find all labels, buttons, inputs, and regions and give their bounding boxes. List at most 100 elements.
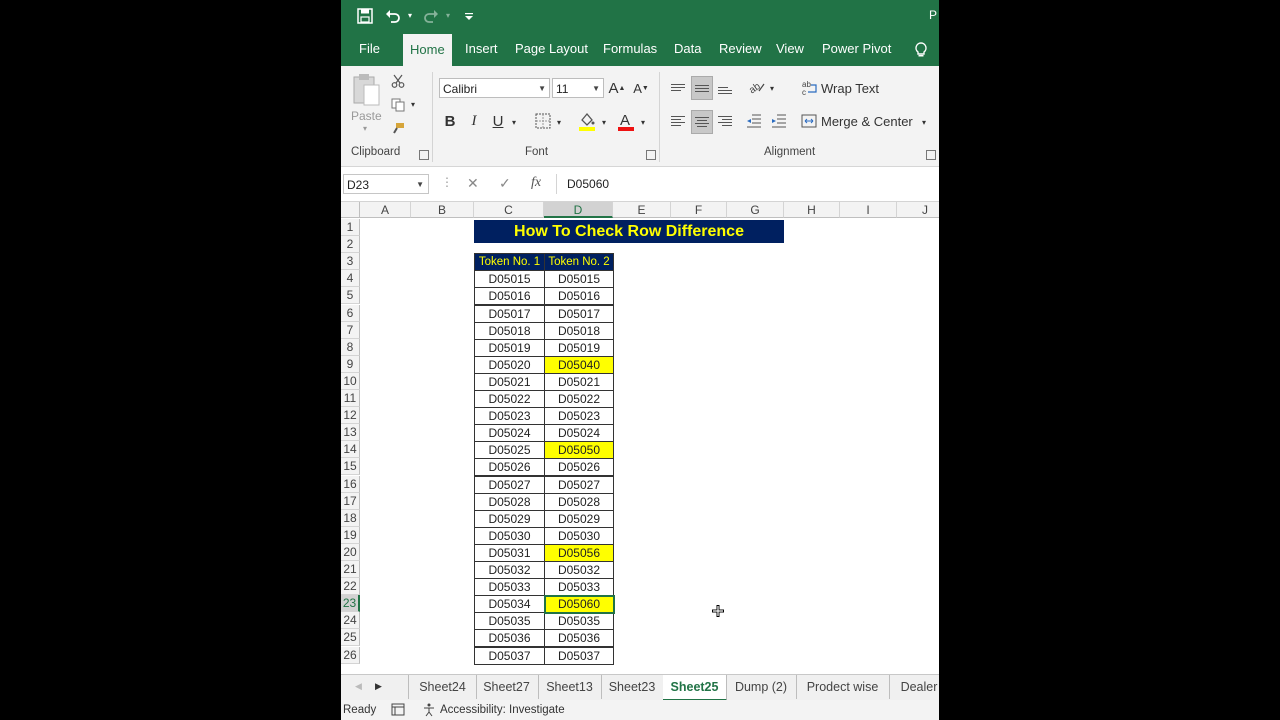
row-header-16[interactable]: 16 [341,475,360,493]
paste-icon[interactable] [349,72,383,108]
table-cell[interactable]: D05028 [544,492,614,511]
table-cell[interactable]: D05020 [474,355,545,374]
orientation-icon[interactable]: ab [747,76,767,98]
table-cell[interactable]: D05019 [544,338,614,357]
table-cell[interactable]: D05050 [544,441,614,460]
row-header-22[interactable]: 22 [341,578,360,596]
bottom-align-icon[interactable] [715,76,735,98]
table-cell[interactable]: D05021 [544,372,614,391]
table-cell[interactable]: D05024 [544,424,614,443]
row-header-20[interactable]: 20 [341,543,360,561]
row-header-4[interactable]: 4 [341,270,360,288]
paste-dropdown-icon[interactable]: ▾ [363,124,367,133]
column-header-j[interactable]: J [897,202,939,218]
sheet-tab-sheet23[interactable]: Sheet23 [601,675,664,699]
wrap-text-button[interactable]: Wrap Text [821,81,879,96]
font-family-select[interactable]: Calibri ▼ [439,78,550,98]
row-header-15[interactable]: 15 [341,458,360,476]
column-header-h[interactable]: H [784,202,840,218]
increase-font-size-icon[interactable]: A ▲ [607,78,627,98]
font-color-dropdown-icon[interactable]: ▾ [638,116,648,128]
underline-button[interactable]: U [489,111,507,131]
table-cell[interactable]: D05035 [474,612,545,631]
table-cell[interactable]: D05033 [474,578,545,597]
table-cell[interactable]: D05018 [544,321,614,340]
row-header-12[interactable]: 12 [341,407,360,425]
tab-view[interactable]: View [769,32,811,66]
top-align-icon[interactable] [668,76,688,98]
sheet-tab-prodect-wise[interactable]: Prodect wise [796,675,890,699]
fill-color-dropdown-icon[interactable]: ▾ [599,116,609,128]
merge-center-icon[interactable] [800,111,818,131]
column-header-b[interactable]: B [411,202,474,218]
align-left-icon[interactable] [668,110,688,132]
tab-page-layout[interactable]: Page Layout [508,32,595,66]
cut-icon[interactable] [389,72,407,90]
cancel-icon[interactable]: ✕ [467,175,479,192]
accessibility-icon[interactable] [423,703,437,720]
table-cell[interactable]: D05056 [544,543,614,562]
sheet-banner-title[interactable]: How To Check Row Difference [474,220,784,243]
table-cell[interactable]: D05024 [474,424,545,443]
table-cell[interactable]: D05026 [474,458,545,477]
column-header-a[interactable]: A [360,202,411,218]
table-cell[interactable]: D05037 [544,646,614,665]
insert-function-icon[interactable]: fx [531,175,541,191]
row-header-11[interactable]: 11 [341,390,360,408]
table-cell[interactable]: D05018 [474,321,545,340]
sheet-tab-sheet13[interactable]: Sheet13 [538,675,602,699]
middle-align-icon[interactable] [691,76,713,100]
font-dialog-launcher-icon[interactable] [646,150,656,160]
undo-icon[interactable] [383,6,403,26]
table-cell[interactable]: D05032 [474,561,545,580]
table-cell[interactable]: D05029 [544,509,614,528]
table-header-cell[interactable]: Token No. 1 [474,253,545,272]
table-cell[interactable]: D05015 [544,270,614,289]
column-header-d[interactable]: D [544,202,613,218]
increase-indent-icon[interactable] [769,110,789,132]
row-header-23[interactable]: 23 [341,595,360,613]
table-cell[interactable]: D05032 [544,561,614,580]
sheet-tab-dump-2[interactable]: Dump (2) [726,675,797,699]
font-size-select[interactable]: 11 ▼ [552,78,604,98]
table-cell[interactable]: D05034 [474,595,545,614]
font-color-icon[interactable]: A [616,110,636,132]
tab-formulas[interactable]: Formulas [596,32,664,66]
decrease-indent-icon[interactable] [744,110,764,132]
sheet-tab-sheet25[interactable]: Sheet25 [663,675,727,701]
table-cell[interactable]: D05033 [544,578,614,597]
align-center-icon[interactable] [691,110,713,134]
sheet-tab-dealer[interactable]: Dealer [889,675,939,699]
table-cell[interactable]: D05027 [544,475,614,494]
table-cell[interactable]: D05023 [474,407,545,426]
tab-file[interactable]: File [352,32,387,66]
merge-dropdown-icon[interactable]: ▾ [919,116,929,128]
row-header-19[interactable]: 19 [341,526,360,544]
undo-dropdown-icon[interactable]: ▾ [405,6,415,26]
row-header-10[interactable]: 10 [341,372,360,390]
table-cell[interactable]: D05016 [474,287,545,306]
row-header-26[interactable]: 26 [341,646,360,664]
wrap-text-icon[interactable]: ab c [802,78,818,98]
table-cell[interactable]: D05019 [474,338,545,357]
fill-color-icon[interactable] [577,110,597,132]
table-cell[interactable]: D05022 [544,390,614,409]
row-header-25[interactable]: 25 [341,629,360,647]
table-cell[interactable]: D05035 [544,612,614,631]
tab-power-pivot[interactable]: Power Pivot [815,32,898,66]
table-cell[interactable]: D05030 [474,526,545,545]
table-cell[interactable]: D05036 [544,629,614,648]
sheet-tab-sheet27[interactable]: Sheet27 [475,675,539,699]
customize-qat-icon[interactable] [463,6,475,26]
row-header-24[interactable]: 24 [341,612,360,630]
macro-record-icon[interactable] [391,703,405,719]
row-header-9[interactable]: 9 [341,355,360,373]
row-header-2[interactable]: 2 [341,236,360,254]
row-header-17[interactable]: 17 [341,492,360,510]
scroll-left-icon[interactable]: ◀ [355,681,362,692]
underline-dropdown-icon[interactable]: ▾ [509,116,519,128]
row-header-8[interactable]: 8 [341,338,360,356]
table-cell[interactable]: D05017 [544,304,614,323]
tab-data[interactable]: Data [667,32,708,66]
paste-label[interactable]: Paste [351,109,382,123]
